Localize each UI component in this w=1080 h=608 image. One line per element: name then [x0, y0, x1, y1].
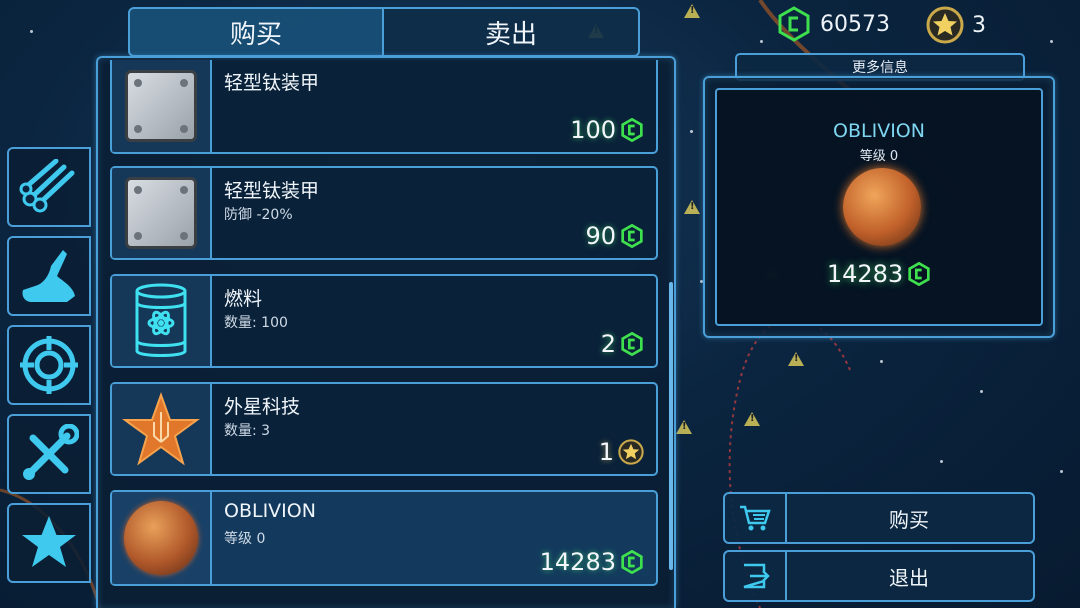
credit-icon: [621, 550, 643, 574]
item-name: OBLIVION: [224, 500, 316, 522]
item-price-value: 90: [585, 222, 616, 250]
star-icon: [22, 516, 76, 567]
tab-buy[interactable]: 购买: [128, 7, 384, 57]
item-name: 燃料: [224, 288, 263, 310]
stars-counter: 3: [926, 6, 986, 44]
item-name: 轻型钛装甲: [224, 72, 320, 94]
exit-button[interactable]: 退出: [723, 550, 1035, 602]
credits-value: 60573: [820, 11, 890, 37]
credit-icon: [778, 6, 810, 42]
tab-sell[interactable]: 卖出: [384, 7, 640, 57]
list-item[interactable]: 外星科技 数量: 3 1: [110, 382, 658, 476]
info-panel: OBLIVION 等级 0 14283: [703, 76, 1055, 338]
credits-counter: 60573: [776, 6, 890, 42]
item-name: 轻型钛装甲: [224, 180, 320, 202]
info-item-level: 等级 0: [859, 149, 899, 164]
item-price: 14283: [490, 548, 650, 580]
item-thumbnail: [112, 276, 212, 366]
item-price: 90: [530, 222, 650, 254]
credit-icon: [621, 224, 643, 248]
credit-icon: [908, 262, 930, 286]
buy-button-label: 购买: [889, 507, 929, 532]
list-scrollbar[interactable]: [669, 282, 673, 570]
item-thumbnail: [112, 492, 212, 584]
item-thumbnail: [112, 384, 212, 474]
item-thumbnail: [112, 60, 212, 152]
item-detail: 数量: 3: [224, 423, 271, 439]
category-hull[interactable]: [7, 147, 91, 227]
item-name: 外星科技: [224, 396, 301, 418]
list-item[interactable]: 轻型钛装甲 100: [110, 60, 658, 154]
credit-icon: [621, 118, 643, 142]
stars-value: 3: [972, 12, 986, 38]
item-price: 100: [530, 116, 650, 148]
category-special[interactable]: [7, 503, 91, 583]
fuel-barrel-icon: [135, 283, 187, 357]
info-price: 14283: [717, 260, 1041, 288]
exit-icon: [725, 552, 787, 600]
claw-icon: [22, 250, 75, 302]
item-price: 2: [530, 330, 650, 362]
item-detail: 防御 -20%: [224, 207, 293, 223]
alien-tech-star-icon: [122, 392, 200, 466]
star-coin-icon: [618, 439, 644, 465]
item-price: 1: [599, 438, 644, 466]
item-price-value: 1: [598, 438, 614, 466]
buy-button[interactable]: 购买: [723, 492, 1035, 544]
category-weapons[interactable]: [7, 325, 91, 405]
list-item-selected[interactable]: OBLIVION 等级 0 14283: [110, 490, 658, 586]
category-claw[interactable]: [7, 236, 91, 316]
pipes-icon: [19, 159, 75, 213]
info-price-value: 14283: [826, 260, 904, 288]
exit-button-label: 退出: [889, 565, 929, 590]
item-price-value: 2: [600, 330, 616, 358]
list-item[interactable]: 燃料 数量: 100 2: [110, 274, 658, 368]
credit-icon: [621, 332, 643, 356]
oblivion-planet-image: [843, 168, 921, 246]
star-coin-icon: [926, 6, 964, 44]
info-preview: OBLIVION 等级 0 14283: [715, 88, 1043, 326]
armor-plate-icon: [125, 70, 197, 142]
item-detail: 等级 0: [224, 531, 266, 547]
tools-icon: [23, 424, 79, 480]
oblivion-planet-icon: [124, 501, 198, 575]
cart-icon: [725, 494, 787, 542]
item-detail: 数量: 100: [224, 315, 288, 331]
item-price-value: 100: [570, 116, 616, 144]
category-tools[interactable]: [7, 414, 91, 494]
list-item[interactable]: 轻型钛装甲 防御 -20% 90: [110, 166, 658, 260]
target-icon: [20, 336, 78, 394]
item-price-value: 14283: [539, 548, 616, 576]
info-item-name: OBLIVION: [833, 120, 925, 142]
item-thumbnail: [112, 168, 212, 258]
armor-plate-icon: [125, 177, 197, 249]
